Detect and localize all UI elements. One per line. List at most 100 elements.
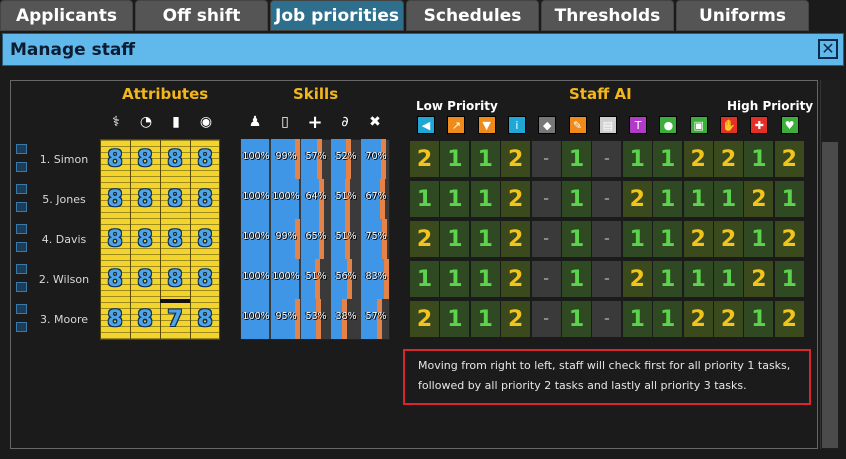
skill-cell: 100% xyxy=(241,299,271,339)
priority-cell[interactable]: 2 xyxy=(744,181,774,217)
person-icon: ♟ xyxy=(248,114,262,130)
priority-cell[interactable]: 2 xyxy=(683,221,713,257)
tab-schedules[interactable]: Schedules xyxy=(406,0,539,31)
priority-cell[interactable]: 1 xyxy=(744,141,774,177)
priority-cell[interactable]: 1 xyxy=(562,141,591,177)
priority-cell[interactable]: 2 xyxy=(410,221,439,257)
locate-staff-button[interactable] xyxy=(16,202,27,212)
priority-cell[interactable]: 1 xyxy=(714,261,743,297)
priority-cell[interactable]: 2 xyxy=(683,301,713,337)
priority-cell[interactable]: 1 xyxy=(470,301,500,337)
help-note-line: followed by all priority 2 tasks and las… xyxy=(418,379,747,392)
priority-cell[interactable]: 2 xyxy=(501,301,531,337)
priority-cell[interactable]: 1 xyxy=(653,261,683,297)
priority-cell[interactable]: 1 xyxy=(440,261,470,297)
priority-cell[interactable]: 2 xyxy=(410,301,439,337)
priority-cell[interactable]: 1 xyxy=(470,141,500,177)
priority-cell[interactable]: - xyxy=(531,181,561,217)
priority-cell[interactable]: 2 xyxy=(622,181,652,217)
locate-staff-button[interactable] xyxy=(16,162,27,172)
priority-cell[interactable]: - xyxy=(592,221,622,257)
priority-cell[interactable]: 1 xyxy=(714,181,743,217)
skill-percent: 99% xyxy=(275,231,297,242)
priority-cell[interactable]: 1 xyxy=(653,301,683,337)
inspect-staff-button[interactable] xyxy=(16,184,27,194)
inspect-staff-button[interactable] xyxy=(16,264,27,274)
priority-cell[interactable]: - xyxy=(531,301,561,337)
locate-staff-button[interactable] xyxy=(16,282,27,292)
priority-cell[interactable]: 1 xyxy=(622,221,652,257)
priority-cell[interactable]: 2 xyxy=(774,221,804,257)
priority-cell[interactable]: 2 xyxy=(501,221,531,257)
sweep-icon: ✎ xyxy=(568,116,587,134)
tools-icon: ✖ xyxy=(369,114,381,130)
skill-cell: 100% xyxy=(241,179,271,219)
priority-cell[interactable]: - xyxy=(592,261,622,297)
tab-applicants[interactable]: Applicants xyxy=(0,0,133,31)
priority-cell[interactable]: 1 xyxy=(774,181,804,217)
skill-percent: 99% xyxy=(275,151,297,162)
priority-cell[interactable]: - xyxy=(592,181,622,217)
priority-cell[interactable]: 2 xyxy=(774,141,804,177)
inspect-staff-button[interactable] xyxy=(16,224,27,234)
priority-cell[interactable]: 1 xyxy=(470,181,500,217)
priority-cell[interactable]: 1 xyxy=(470,261,500,297)
priority-cell[interactable]: 1 xyxy=(562,221,591,257)
priority-cell[interactable]: 1 xyxy=(683,181,713,217)
priority-cell[interactable]: 2 xyxy=(714,301,743,337)
priority-cell[interactable]: 2 xyxy=(774,301,804,337)
priority-cell[interactable]: 1 xyxy=(440,221,470,257)
priority-cell[interactable]: - xyxy=(592,141,622,177)
help-note: Moving from right to left, staff will ch… xyxy=(403,349,811,405)
skills-heading: Skills xyxy=(293,85,339,103)
priority-cell[interactable]: 1 xyxy=(470,221,500,257)
heart-green-icon: ♥ xyxy=(780,116,799,134)
inspect-staff-button[interactable] xyxy=(16,304,27,314)
priority-cell[interactable]: 1 xyxy=(562,301,591,337)
priority-cell[interactable]: 1 xyxy=(440,181,470,217)
priority-cell[interactable]: 1 xyxy=(653,181,683,217)
priority-cell[interactable]: - xyxy=(531,261,561,297)
skill-cell: 75% xyxy=(361,219,391,259)
priority-cell[interactable]: - xyxy=(592,301,622,337)
close-button[interactable]: ✕ xyxy=(818,39,838,59)
priority-cell[interactable]: 1 xyxy=(744,221,774,257)
skill-cell: 99% xyxy=(271,139,301,179)
attribute-value: 8 xyxy=(197,186,213,212)
priority-cell[interactable]: 1 xyxy=(562,181,591,217)
priority-cell[interactable]: 1 xyxy=(410,181,439,217)
tab-job-priorities[interactable]: Job priorities xyxy=(270,0,404,31)
priority-cell[interactable]: - xyxy=(531,221,561,257)
tab-thresholds[interactable]: Thresholds xyxy=(541,0,674,31)
priority-cell[interactable]: 1 xyxy=(744,301,774,337)
priority-cell[interactable]: 1 xyxy=(440,141,470,177)
wrench-orange-icon: ↗ xyxy=(447,116,466,134)
locate-staff-button[interactable] xyxy=(16,242,27,252)
priority-cell[interactable]: 2 xyxy=(744,261,774,297)
priority-cell[interactable]: 2 xyxy=(501,141,531,177)
skill-percent: 38% xyxy=(335,311,357,322)
priority-cell[interactable]: 1 xyxy=(774,261,804,297)
priority-cell[interactable]: 1 xyxy=(653,221,683,257)
tab-uniforms[interactable]: Uniforms xyxy=(676,0,809,31)
priority-cell[interactable]: 1 xyxy=(653,141,683,177)
skill-cell: 99% xyxy=(271,219,301,259)
priority-cell[interactable]: 2 xyxy=(714,221,743,257)
priority-cell[interactable]: 1 xyxy=(622,141,652,177)
priority-cell[interactable]: - xyxy=(531,141,561,177)
priority-cell[interactable]: 1 xyxy=(562,261,591,297)
priority-cell[interactable]: 2 xyxy=(501,261,531,297)
priority-cell[interactable]: 2 xyxy=(683,141,713,177)
locate-staff-button[interactable] xyxy=(16,322,27,332)
priority-cell[interactable]: 1 xyxy=(683,261,713,297)
priority-cell[interactable]: 2 xyxy=(714,141,743,177)
priority-cell[interactable]: 2 xyxy=(622,261,652,297)
priority-cell[interactable]: 2 xyxy=(410,141,439,177)
priority-cell[interactable]: 1 xyxy=(410,261,439,297)
inspect-staff-button[interactable] xyxy=(16,144,27,154)
priority-cell[interactable]: 2 xyxy=(501,181,531,217)
tab-off-shift[interactable]: Off shift xyxy=(135,0,268,31)
priority-cell[interactable]: 1 xyxy=(622,301,652,337)
priority-cell[interactable]: 1 xyxy=(440,301,470,337)
scrollbar-thumb[interactable] xyxy=(822,142,838,448)
